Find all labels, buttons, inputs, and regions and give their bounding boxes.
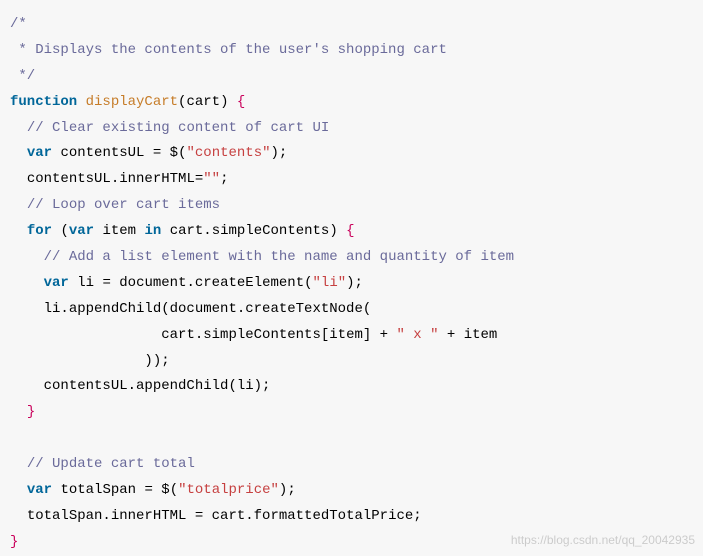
paren-open-5: (	[170, 482, 178, 498]
paren-close-4: )	[346, 275, 354, 291]
brace-close-fn: }	[10, 534, 18, 550]
kw-var-2: var	[69, 223, 94, 239]
semi-1: ;	[279, 145, 287, 161]
paren-close-3: )	[329, 223, 337, 239]
id-li: li	[77, 275, 94, 291]
semi-3: ;	[355, 275, 363, 291]
eq-2: =	[94, 275, 119, 291]
comment-block-close: */	[10, 68, 35, 84]
comment-block-open: /*	[10, 16, 27, 32]
kw-for: for	[27, 223, 52, 239]
str-x: " x "	[396, 327, 438, 343]
id-item: item	[102, 223, 136, 239]
semi-2: ;	[220, 171, 228, 187]
stmt-contents-append: contentsUL.appendChild(li);	[44, 378, 271, 394]
str-li: "li"	[313, 275, 347, 291]
brace-close-for: }	[27, 404, 35, 420]
paren-open-3: (	[60, 223, 68, 239]
code-pre: /* * Displays the contents of the user's…	[10, 12, 693, 556]
id-cart-simpleContents: cart.simpleContents	[170, 223, 330, 239]
stmt-total-assign: totalSpan.innerHTML = cart.formattedTota…	[27, 508, 422, 524]
id-totalSpan: totalSpan	[60, 482, 136, 498]
paren-close-2: )	[271, 145, 279, 161]
expr-cart-index: cart.simpleContents[item] +	[161, 327, 396, 343]
kw-var-1: var	[27, 145, 52, 161]
str-totalprice: "totalprice"	[178, 482, 279, 498]
cmt-clear: // Clear existing content of cart UI	[27, 120, 329, 136]
close-paren2: ));	[144, 353, 169, 369]
param-cart: cart	[186, 94, 220, 110]
str-contents: "contents"	[186, 145, 270, 161]
kw-function: function	[10, 94, 77, 110]
cmt-addli: // Add a list element with the name and …	[44, 249, 514, 265]
paren-close: )	[220, 94, 228, 110]
code-block: /* * Displays the contents of the user's…	[0, 0, 703, 553]
paren-open-4: (	[304, 275, 312, 291]
id-doc-createElement: document.createElement	[119, 275, 304, 291]
eq-3: =	[136, 482, 161, 498]
brace-open-fn: {	[237, 94, 245, 110]
dollar-1: $	[170, 145, 178, 161]
kw-var-3: var	[44, 275, 69, 291]
kw-var-4: var	[27, 482, 52, 498]
kw-in: in	[144, 223, 161, 239]
cmt-loop: // Loop over cart items	[27, 197, 220, 213]
fn-name: displayCart	[86, 94, 178, 110]
semi-4: ;	[287, 482, 295, 498]
stmt-clear-inner: contentsUL.innerHTML=	[27, 171, 203, 187]
comment-block-line: * Displays the contents of the user's sh…	[10, 42, 447, 58]
id-contentsUL: contentsUL	[60, 145, 144, 161]
dollar-2: $	[161, 482, 169, 498]
cmt-update: // Update cart total	[27, 456, 195, 472]
eq-1: =	[144, 145, 169, 161]
str-empty: ""	[203, 171, 220, 187]
brace-open-for: {	[346, 223, 354, 239]
plus-item: + item	[439, 327, 498, 343]
stmt-li-append-open: li.appendChild(document.createTextNode(	[44, 301, 372, 317]
